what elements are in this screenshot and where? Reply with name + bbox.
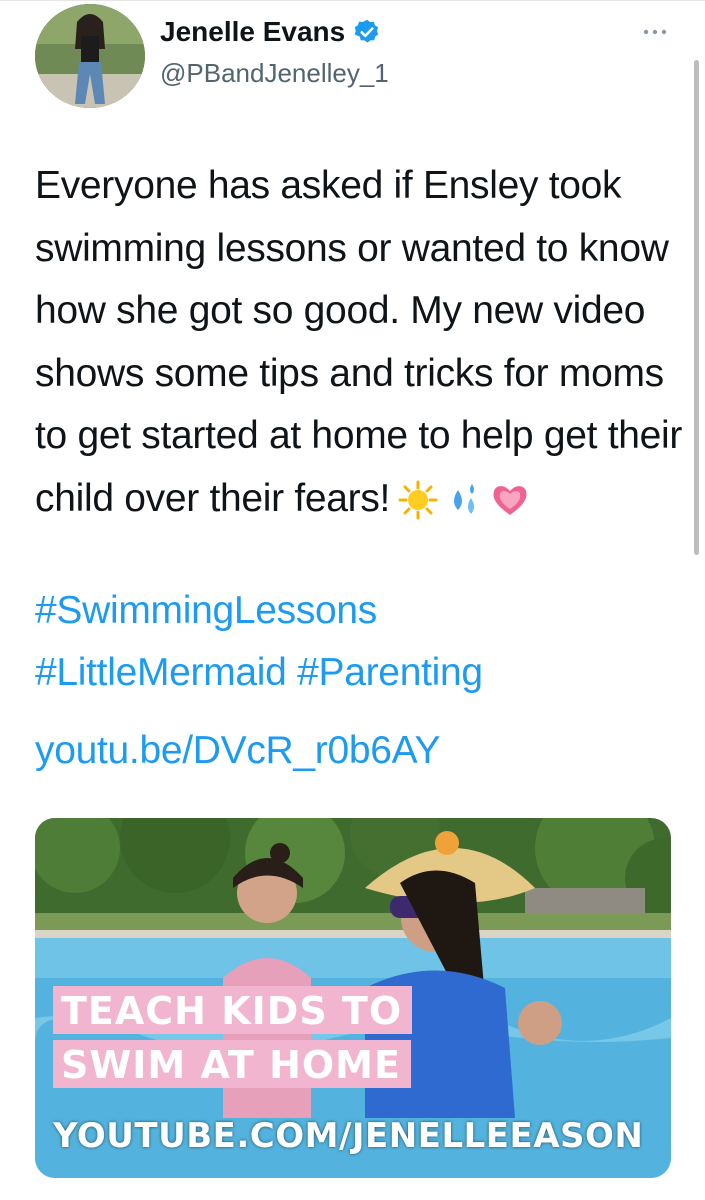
avatar[interactable] bbox=[35, 4, 145, 108]
hashtag-link[interactable]: #LittleMermaid bbox=[35, 651, 287, 694]
growing-heart-icon bbox=[493, 486, 527, 516]
hashtag-list: #SwimmingLessons #LittleMermaid #Parenti… bbox=[35, 580, 685, 704]
sun-icon bbox=[398, 480, 438, 520]
author-handle[interactable]: @PBandJenelley_1 bbox=[160, 56, 389, 90]
hashtag-link[interactable]: #Parenting bbox=[297, 651, 483, 694]
video-link[interactable]: youtu.be/DVcR_r0b6AY bbox=[35, 720, 440, 782]
thumbnail-title-line2: SWIM AT HOME bbox=[53, 1040, 411, 1088]
top-divider bbox=[0, 0, 705, 1]
author-name-row[interactable]: Jenelle Evans bbox=[160, 15, 381, 49]
thumbnail-channel-url: YOUTUBE.COM/JENELLEEASON bbox=[53, 1116, 644, 1156]
tweet-text: Everyone has asked if Ensley took swimmi… bbox=[35, 164, 683, 520]
emoji-group bbox=[398, 480, 530, 520]
tweet-body: Everyone has asked if Ensley took swimmi… bbox=[35, 155, 685, 530]
profile-photo bbox=[35, 4, 145, 108]
more-options-icon[interactable] bbox=[640, 22, 670, 42]
video-thumbnail[interactable]: TEACH KIDS TO SWIM AT HOME YOUTUBE.COM/J… bbox=[35, 818, 671, 1178]
scrollbar[interactable] bbox=[694, 60, 699, 555]
author-name[interactable]: Jenelle Evans bbox=[160, 15, 345, 49]
thumbnail-title-line1: TEACH KIDS TO bbox=[53, 986, 413, 1034]
sweat-droplets-icon bbox=[454, 484, 475, 515]
verified-badge-icon bbox=[354, 19, 379, 43]
hashtag-link[interactable]: #SwimmingLessons bbox=[35, 589, 377, 632]
